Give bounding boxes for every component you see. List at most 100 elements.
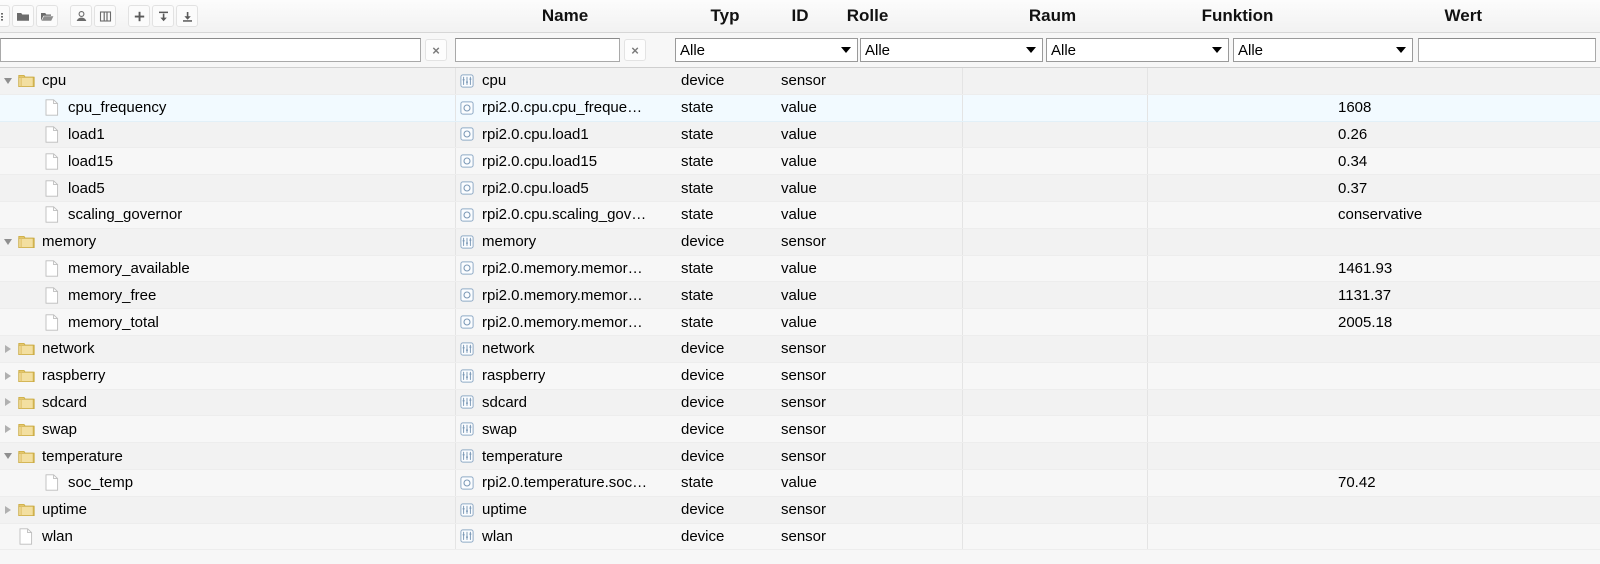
rolle-cell[interactable]: sensor	[775, 68, 962, 94]
typ-cell[interactable]: state	[675, 309, 775, 335]
header-cell-raum[interactable]: Raum	[960, 0, 1145, 33]
tree-cell[interactable]: uptime	[0, 497, 455, 523]
name-cell[interactable]: rpi2.0.cpu.load1	[455, 121, 675, 148]
tree-cell[interactable]: cpu	[0, 68, 455, 94]
tree-cell[interactable]: wlan	[0, 524, 455, 550]
raum-cell[interactable]	[962, 335, 1147, 362]
name-filter-input[interactable]	[455, 38, 620, 62]
user-icon[interactable]	[70, 5, 92, 27]
raum-cell[interactable]	[962, 362, 1147, 389]
wert-cell[interactable]: 2005.18	[1332, 309, 1502, 335]
rolle-cell[interactable]: sensor	[775, 336, 962, 362]
import-icon[interactable]	[152, 5, 174, 27]
typ-cell[interactable]: state	[675, 175, 775, 201]
wert-cell[interactable]: 1131.37	[1332, 282, 1502, 308]
funktion-cell[interactable]	[1147, 121, 1332, 148]
folder-open-icon[interactable]	[36, 5, 58, 27]
wert-cell[interactable]: 1608	[1332, 95, 1502, 121]
funktion-cell[interactable]	[1147, 496, 1332, 523]
funktion-cell[interactable]	[1147, 335, 1332, 362]
tree-cell[interactable]: memory_total	[0, 309, 455, 335]
name-cell[interactable]: rpi2.0.memory.memor…	[455, 282, 675, 309]
chevron-down-icon[interactable]	[0, 77, 16, 84]
raum-cell[interactable]	[962, 523, 1147, 550]
raum-cell[interactable]	[962, 201, 1147, 228]
table-row[interactable]: cpu cpu device sensor	[0, 68, 1600, 95]
tree-cell[interactable]: scaling_governor	[0, 202, 455, 228]
typ-cell[interactable]: state	[675, 95, 775, 121]
table-row[interactable]: network network device sensor	[0, 335, 1600, 363]
tree-cell[interactable]: load5	[0, 175, 455, 201]
list-icon[interactable]	[0, 5, 10, 27]
raum-cell[interactable]	[962, 282, 1147, 309]
raum-cell[interactable]	[962, 309, 1147, 335]
rolle-cell[interactable]: sensor	[775, 524, 962, 550]
raum-cell[interactable]	[962, 469, 1147, 496]
raum-cell[interactable]	[962, 68, 1147, 94]
typ-cell[interactable]: device	[675, 524, 775, 550]
tree-cell[interactable]: swap	[0, 416, 455, 442]
typ-cell[interactable]: device	[675, 363, 775, 389]
funktion-cell[interactable]	[1147, 94, 1332, 121]
wert-cell[interactable]: 0.37	[1332, 175, 1502, 201]
name-cell[interactable]: cpu	[455, 68, 675, 94]
raum-cell[interactable]	[962, 228, 1147, 255]
funktion-cell[interactable]	[1147, 255, 1332, 282]
rolle-cell[interactable]: sensor	[775, 416, 962, 442]
rolle-cell[interactable]: sensor	[775, 390, 962, 416]
funktion-cell[interactable]	[1147, 416, 1332, 443]
rolle-cell[interactable]: value	[775, 175, 962, 201]
raum-cell[interactable]	[962, 389, 1147, 416]
funktion-cell[interactable]	[1147, 309, 1332, 335]
raum-cell[interactable]	[962, 148, 1147, 175]
rolle-cell[interactable]: value	[775, 309, 962, 335]
name-cell[interactable]: memory	[455, 228, 675, 255]
table-row[interactable]: load15 rpi2.0.cpu.load15 state value 0.34	[0, 148, 1600, 176]
table-row[interactable]: memory_total rpi2.0.memory.memor… state val…	[0, 309, 1600, 336]
table-row[interactable]: soc_temp rpi2.0.temperature.soc… state valu…	[0, 469, 1600, 497]
funktion-cell[interactable]	[1147, 469, 1332, 496]
rolle-cell[interactable]: sensor	[775, 229, 962, 255]
name-cell[interactable]: network	[455, 335, 675, 362]
table-row[interactable]: memory_available rpi2.0.memory.memor… stat…	[0, 255, 1600, 283]
raum-cell[interactable]	[962, 416, 1147, 443]
name-cell[interactable]: uptime	[455, 496, 675, 523]
funktion-filter-select[interactable]: Alle	[1233, 38, 1413, 62]
wert-cell[interactable]	[1332, 497, 1502, 523]
typ-cell[interactable]: state	[675, 148, 775, 174]
wert-cell[interactable]	[1332, 443, 1502, 469]
folder-closed-icon[interactable]	[12, 5, 34, 27]
rolle-cell[interactable]: value	[775, 202, 962, 228]
tree-cell[interactable]: network	[0, 336, 455, 362]
raum-cell[interactable]	[962, 443, 1147, 469]
table-row[interactable]: load1 rpi2.0.cpu.load1 state value 0.26	[0, 121, 1600, 149]
table-row[interactable]: uptime uptime device sensor	[0, 496, 1600, 524]
columns-icon[interactable]	[94, 5, 116, 27]
raum-cell[interactable]	[962, 175, 1147, 201]
plus-icon[interactable]	[128, 5, 150, 27]
typ-cell[interactable]: device	[675, 390, 775, 416]
chevron-down-icon[interactable]	[0, 453, 16, 460]
raum-cell[interactable]	[962, 496, 1147, 523]
raum-filter-select[interactable]: Alle	[1046, 38, 1229, 62]
export-icon[interactable]	[176, 5, 198, 27]
typ-filter-select[interactable]: Alle	[675, 38, 858, 62]
tree-cell[interactable]: soc_temp	[0, 470, 455, 496]
name-cell[interactable]: rpi2.0.memory.memor…	[455, 255, 675, 282]
funktion-cell[interactable]	[1147, 389, 1332, 416]
raum-cell[interactable]	[962, 94, 1147, 121]
funktion-cell[interactable]	[1147, 362, 1332, 389]
table-row[interactable]: cpu_frequency rpi2.0.cpu.cpu_freque… state…	[0, 94, 1600, 122]
header-cell-rolle[interactable]: Rolle	[775, 0, 960, 33]
chevron-right-icon[interactable]	[0, 371, 16, 380]
rolle-cell[interactable]: value	[775, 95, 962, 121]
id-filter-clear-button[interactable]: ×	[425, 39, 447, 61]
chevron-right-icon[interactable]	[0, 425, 16, 434]
typ-cell[interactable]: device	[675, 416, 775, 442]
typ-cell[interactable]: state	[675, 122, 775, 148]
header-cell-name[interactable]: Name	[455, 0, 675, 33]
typ-cell[interactable]: state	[675, 202, 775, 228]
funktion-cell[interactable]	[1147, 148, 1332, 175]
typ-cell[interactable]: state	[675, 470, 775, 496]
name-cell[interactable]: rpi2.0.cpu.load15	[455, 148, 675, 175]
